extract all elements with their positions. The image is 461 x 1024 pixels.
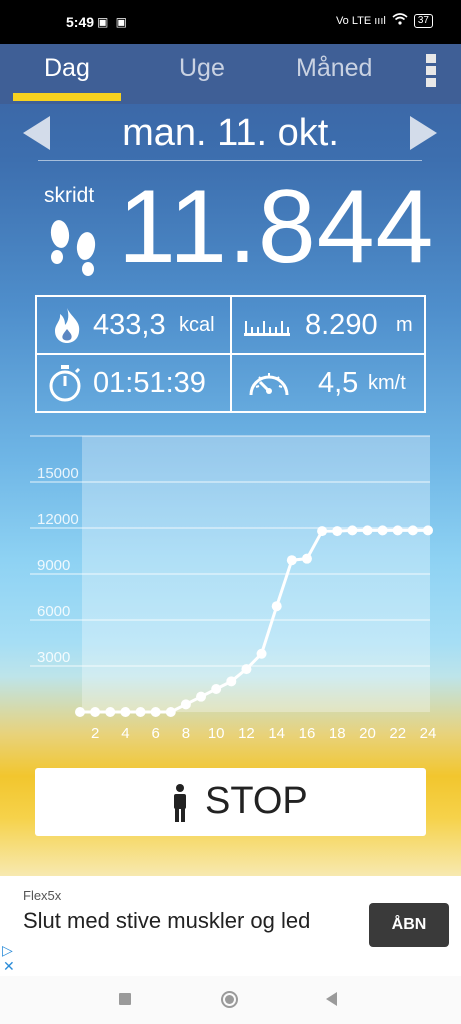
x-tick-label: 18 <box>329 725 346 742</box>
chart-data-point <box>332 526 343 537</box>
home-icon[interactable] <box>221 991 238 1008</box>
chart-data-point <box>241 664 252 675</box>
ad-brand: Flex5x <box>23 888 62 903</box>
chart-data-point <box>226 676 237 687</box>
stop-button[interactable]: STOP <box>35 768 426 836</box>
recents-icon[interactable] <box>119 993 131 1005</box>
person-icon <box>174 784 186 822</box>
footprints-icon <box>50 220 96 276</box>
next-day-icon[interactable] <box>410 116 437 150</box>
system-icons: Vo LTE ıııl 37 <box>336 13 433 28</box>
system-nav-bar <box>0 976 461 1024</box>
y-tick-label: 12000 <box>37 511 79 528</box>
chart-data-point <box>180 699 191 710</box>
notification-icons: ▣ ▣ <box>97 15 130 29</box>
chart-data-point <box>75 707 85 717</box>
chart-data-point <box>317 526 328 537</box>
ruler-icon <box>244 321 290 336</box>
x-tick-label: 24 <box>420 725 437 742</box>
date-navigator: man. 11. okt. <box>0 104 461 162</box>
duration-value: 01:51:39 <box>93 367 206 399</box>
more-menu-icon[interactable] <box>426 54 438 88</box>
battery-icon: 37 <box>413 13 433 28</box>
signal-icon: Vo LTE ıııl <box>335 14 386 27</box>
x-tick-label: 20 <box>359 725 376 742</box>
distance-value: 8.290 <box>305 309 378 341</box>
speedometer-icon <box>249 373 289 396</box>
back-icon[interactable] <box>326 992 337 1006</box>
chart-data-point <box>90 707 101 717</box>
chart-data-point <box>392 525 403 536</box>
tab-week[interactable]: Uge <box>179 54 225 83</box>
speed-unit: km/t <box>368 372 406 394</box>
chart-data-point <box>271 601 282 612</box>
ad-choices-icon[interactable]: ▷ <box>2 942 13 959</box>
chart-data-point <box>301 553 312 564</box>
x-tick-label: 4 <box>121 725 129 742</box>
steps-label: skridt <box>44 184 95 207</box>
status-time: 5:49 <box>66 14 95 30</box>
x-tick-label: 22 <box>389 725 406 742</box>
date-label: man. 11. okt. <box>122 112 339 154</box>
chart-data-point <box>150 707 161 717</box>
calories-cell: 433,3 kcal <box>37 297 230 353</box>
chart-data-point <box>165 707 176 717</box>
y-tick-label: 6000 <box>37 603 70 620</box>
stop-button-label: STOP <box>205 780 308 822</box>
chart-data-point <box>347 525 358 536</box>
active-tab-indicator <box>13 93 121 101</box>
chart-data-point <box>407 525 418 536</box>
chart-data-point <box>196 691 207 702</box>
y-tick-label: 9000 <box>37 557 70 574</box>
pedometer-app: Dag Uge Måned man. 11. okt. skridt 11.84… <box>0 44 461 876</box>
y-tick-label: 18000 <box>37 432 79 436</box>
ad-open-button[interactable]: ÅBN <box>369 903 449 947</box>
x-tick-label: 2 <box>91 725 99 742</box>
x-tick-label: 10 <box>208 725 225 742</box>
step-count: 11.844 <box>118 169 435 285</box>
y-tick-label: 15000 <box>37 465 79 482</box>
chart-data-point <box>135 707 146 717</box>
chart-data-point <box>286 555 297 566</box>
chart-data-point <box>120 707 131 717</box>
chart-data-point <box>423 525 433 536</box>
x-tick-label: 16 <box>299 725 316 742</box>
divider <box>38 160 422 161</box>
flame-icon <box>55 308 80 343</box>
chart-data-point <box>105 707 116 717</box>
ad-headline[interactable]: Slut med stive muskler og led <box>23 906 343 935</box>
status-bar: 5:49 ▣ ▣ Vo LTE ıııl 37 <box>0 0 461 44</box>
speed-value: 4,5 <box>318 367 359 399</box>
distance-unit: m <box>396 314 413 336</box>
tab-day[interactable]: Dag <box>44 54 90 83</box>
tab-month[interactable]: Måned <box>296 54 372 83</box>
x-tick-label: 14 <box>268 725 285 742</box>
distance-cell: 8.290 m <box>232 297 424 353</box>
duration-cell: 01:51:39 <box>37 355 230 411</box>
x-tick-label: 8 <box>182 725 190 742</box>
period-tabs: Dag Uge Måned <box>0 44 461 104</box>
chart-data-point <box>377 525 388 536</box>
chart-data-point <box>211 684 222 694</box>
wifi-icon <box>392 13 408 28</box>
x-tick-label: 6 <box>151 725 159 742</box>
y-tick-label: 3000 <box>37 649 70 666</box>
ad-banner[interactable]: Flex5x Slut med stive muskler og led ÅBN… <box>0 876 461 976</box>
ad-close-icon[interactable]: ✕ <box>3 958 15 975</box>
chart-data-point <box>362 525 373 536</box>
chart-data-point <box>256 648 267 659</box>
calories-value: 433,3 <box>93 309 166 341</box>
calories-unit: kcal <box>179 314 215 336</box>
x-tick-label: 12 <box>238 725 255 742</box>
speed-cell: 4,5 km/t <box>232 355 424 411</box>
steps-per-hour-chart: 3000600090001200015000180002468101214161… <box>30 432 437 742</box>
stopwatch-icon <box>49 365 81 402</box>
stats-grid: 433,3 kcal 8.290 m 01:51:39 4,5 km/t <box>35 295 426 413</box>
